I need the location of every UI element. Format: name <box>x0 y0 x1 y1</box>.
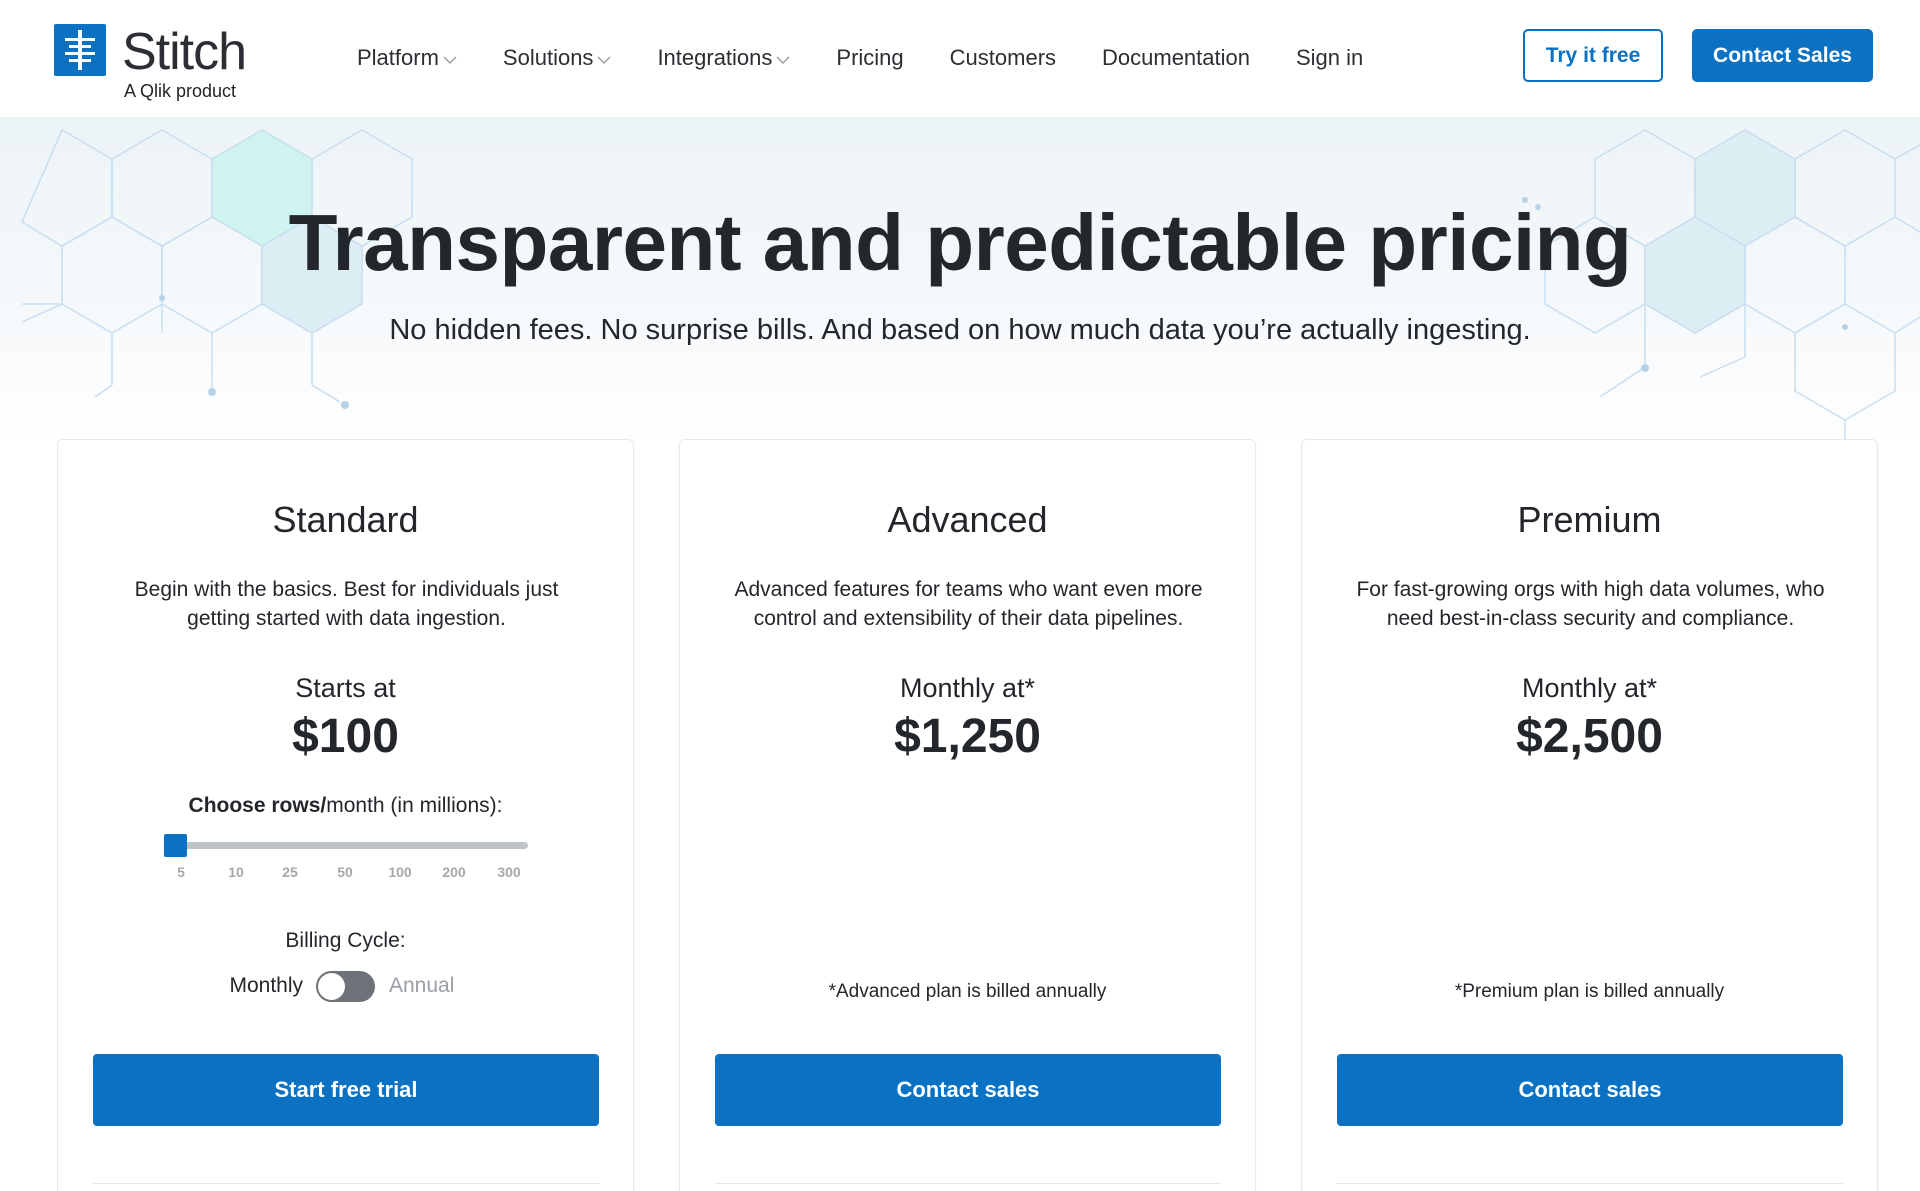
plan-name: Premium <box>1517 499 1662 540</box>
rows-slider-label: Choose rows/month (in millions): <box>58 792 633 820</box>
rows-slider[interactable]: 5 10 25 50 100 200 300 <box>164 834 528 880</box>
rows-slider-handle[interactable] <box>164 834 187 857</box>
toggle-knob <box>318 973 345 1000</box>
contact-sales-premium-button[interactable]: Contact sales <box>1337 1054 1843 1126</box>
brand-tagline: A Qlik product <box>124 81 237 101</box>
chevron-down-icon <box>776 55 790 64</box>
slider-tick: 100 <box>388 864 412 880</box>
nav-customers-label: Customers <box>949 45 1057 70</box>
slider-tick: 300 <box>497 864 521 880</box>
chevron-down-icon <box>597 55 611 64</box>
nav-sign-in[interactable]: Sign in <box>1296 45 1363 71</box>
plan-name: Standard <box>272 499 419 540</box>
card-divider <box>1337 1183 1843 1184</box>
slider-tick: 5 <box>177 864 185 880</box>
nav-pricing-label: Pricing <box>836 45 904 70</box>
plan-name: Advanced <box>887 499 1048 540</box>
billing-annual-label[interactable]: Annual <box>389 972 454 1000</box>
rows-slider-label-bold: Choose rows/ <box>188 794 327 817</box>
hero-section: Transparent and predictable pricing No h… <box>0 117 1920 447</box>
plan-price-label: Monthly at* <box>899 673 1036 703</box>
plan-description: Begin with the basics. Best for individu… <box>134 578 559 630</box>
plan-card-standard: Standard Begin with the basics. Best for… <box>57 439 634 1191</box>
nav-sign-in-label: Sign in <box>1296 45 1364 70</box>
plan-card-advanced: Advanced Advanced features for teams who… <box>679 439 1256 1191</box>
billing-cycle-label: Billing Cycle: <box>285 929 406 952</box>
nav-integrations[interactable]: Integrations <box>657 45 790 71</box>
card-divider <box>715 1183 1221 1184</box>
contact-sales-button[interactable]: Contact Sales <box>1692 29 1873 82</box>
nav-customers[interactable]: Customers <box>950 45 1056 71</box>
site-header: Stitch A Qlik product Platform Solutions… <box>0 0 1920 117</box>
contact-sales-advanced-button[interactable]: Contact sales <box>715 1054 1221 1126</box>
stitch-logo-icon <box>54 24 106 76</box>
slider-tick: 200 <box>442 864 466 880</box>
plan-price: $100 <box>292 710 399 763</box>
plan-card-premium: Premium For fast-growing orgs with high … <box>1301 439 1878 1191</box>
billing-note: *Advanced plan is billed annually <box>828 981 1107 1002</box>
main-nav: Platform Solutions Integrations Pricing … <box>357 40 1409 76</box>
stitch-logo[interactable]: Stitch A Qlik product <box>54 23 264 104</box>
billing-note: *Premium plan is billed annually <box>1454 981 1725 1002</box>
plan-price: $1,250 <box>894 710 1041 763</box>
nav-solutions-label: Solutions <box>502 45 594 70</box>
rows-slider-ticks: 5 10 25 50 100 200 300 <box>166 864 528 882</box>
try-it-free-button[interactable]: Try it free <box>1523 29 1663 82</box>
slider-tick: 25 <box>282 864 298 880</box>
billing-cycle-toggle[interactable] <box>316 971 375 1002</box>
nav-pricing[interactable]: Pricing <box>836 45 903 71</box>
rows-slider-label-rest: month (in millions): <box>326 794 503 817</box>
plan-description: For fast-growing orgs with high data vol… <box>1356 578 1825 630</box>
plan-description: Advanced features for teams who want eve… <box>734 578 1203 630</box>
start-free-trial-button[interactable]: Start free trial <box>93 1054 599 1126</box>
slider-tick: 50 <box>337 864 353 880</box>
page-subtitle: No hidden fees. No surprise bills. And b… <box>389 314 1531 346</box>
rows-slider-track[interactable] <box>166 842 528 849</box>
brand-name: Stitch <box>122 23 247 81</box>
nav-platform[interactable]: Platform <box>357 45 457 71</box>
billing-monthly-label[interactable]: Monthly <box>229 972 303 1000</box>
plan-price: $2,500 <box>1516 710 1663 763</box>
nav-solutions[interactable]: Solutions <box>503 45 612 71</box>
billing-cycle-switch: Monthly Annual <box>58 970 633 1004</box>
slider-tick: 10 <box>228 864 244 880</box>
card-divider <box>93 1183 599 1184</box>
page-title: Transparent and predictable pricing <box>288 198 1632 287</box>
plan-price-label: Monthly at* <box>1521 673 1658 703</box>
plan-price-label: Starts at <box>295 673 396 703</box>
nav-integrations-label: Integrations <box>657 45 773 70</box>
nav-platform-label: Platform <box>357 45 439 70</box>
nav-documentation[interactable]: Documentation <box>1102 45 1250 71</box>
nav-documentation-label: Documentation <box>1102 45 1250 70</box>
chevron-down-icon <box>443 55 457 64</box>
